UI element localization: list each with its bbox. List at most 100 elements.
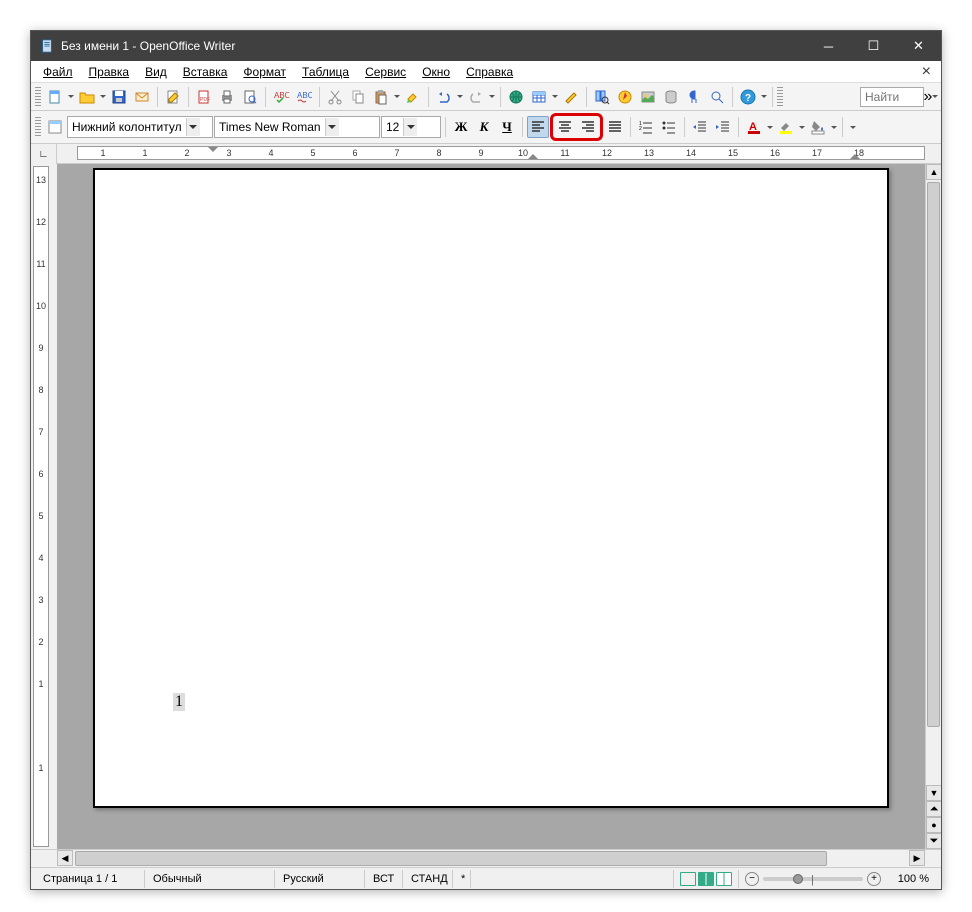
nonprinting-button[interactable] (683, 86, 705, 108)
zoom-button[interactable] (706, 86, 728, 108)
save-button[interactable] (108, 86, 130, 108)
font-size-combo[interactable]: 12 (381, 116, 441, 138)
undo-dropdown[interactable] (456, 86, 464, 108)
toolbar-options[interactable] (760, 86, 768, 108)
menu-table[interactable]: Таблица (294, 63, 357, 81)
menu-edit[interactable]: Правка (81, 63, 138, 81)
find-input[interactable] (860, 87, 924, 107)
highlight-color-button[interactable] (775, 116, 797, 138)
drawing-button[interactable] (560, 86, 582, 108)
menu-insert[interactable]: Вставка (175, 63, 236, 81)
nav-button[interactable]: ● (926, 817, 941, 833)
menu-window[interactable]: Окно (414, 63, 458, 81)
page-number-field[interactable]: 1 (173, 693, 185, 711)
book-view-icon[interactable] (716, 872, 732, 886)
single-page-icon[interactable] (680, 872, 696, 886)
bold-button[interactable]: Ж (450, 116, 472, 138)
multi-page-icon[interactable] (698, 872, 714, 886)
vertical-ruler[interactable]: 131211109876543211 (33, 166, 49, 847)
background-color-button[interactable] (807, 116, 829, 138)
preview-button[interactable] (239, 86, 261, 108)
email-button[interactable] (131, 86, 153, 108)
find-toolbar-options[interactable]: » (925, 86, 937, 108)
table-dropdown[interactable] (551, 86, 559, 108)
minimize-button[interactable]: ─ (806, 31, 851, 61)
toolbar-grip[interactable] (35, 87, 41, 107)
paragraph-style-combo[interactable]: Нижний колонтитул (67, 116, 213, 138)
align-justify-button[interactable] (604, 116, 626, 138)
hyperlink-button[interactable] (505, 86, 527, 108)
numbered-list-button[interactable]: 12 (635, 116, 657, 138)
export-pdf-button[interactable]: PDF (193, 86, 215, 108)
menu-file[interactable]: Файл (35, 63, 81, 81)
horizontal-ruler[interactable]: 1123456789101112131415161718 (77, 146, 925, 160)
scroll-right-button[interactable]: ▶ (909, 850, 925, 866)
paste-button[interactable] (370, 86, 392, 108)
scroll-down-button[interactable]: ▼ (926, 785, 941, 801)
autospell-button[interactable]: ABC (293, 86, 315, 108)
status-selection[interactable]: СТАНД (403, 870, 453, 888)
underline-button[interactable]: Ч (496, 116, 518, 138)
font-color-dropdown[interactable] (766, 116, 774, 138)
find-button[interactable] (591, 86, 613, 108)
increase-indent-button[interactable] (712, 116, 734, 138)
edit-doc-button[interactable] (162, 86, 184, 108)
menu-format[interactable]: Формат (235, 63, 294, 81)
bullet-list-button[interactable] (658, 116, 680, 138)
redo-button[interactable] (465, 86, 487, 108)
align-right-button[interactable] (577, 116, 599, 138)
next-page-button[interactable]: ⏷ (926, 833, 941, 849)
format-paintbrush-button[interactable] (402, 86, 424, 108)
font-name-combo[interactable]: Times New Roman (214, 116, 380, 138)
menu-view[interactable]: Вид (137, 63, 175, 81)
styles-window-button[interactable] (44, 116, 66, 138)
zoom-in-button[interactable]: + (867, 872, 881, 886)
align-center-button[interactable] (554, 116, 576, 138)
vertical-scrollbar[interactable]: ▲ ▼ ⏶ ● ⏷ (925, 164, 941, 849)
print-button[interactable] (216, 86, 238, 108)
navigator-button[interactable] (614, 86, 636, 108)
horizontal-scrollbar[interactable]: ◀ ▶ (57, 850, 925, 867)
status-style[interactable]: Обычный (145, 870, 275, 888)
redo-dropdown[interactable] (488, 86, 496, 108)
open-dropdown[interactable] (99, 86, 107, 108)
menu-help[interactable]: Справка (458, 63, 521, 81)
open-button[interactable] (76, 86, 98, 108)
font-color-button[interactable]: A (743, 116, 765, 138)
scroll-track[interactable] (926, 180, 941, 785)
align-left-button[interactable] (527, 116, 549, 138)
close-document-button[interactable]: × (916, 63, 937, 81)
scroll-left-button[interactable]: ◀ (57, 850, 73, 866)
menu-tools[interactable]: Сервис (357, 63, 414, 81)
background-color-dropdown[interactable] (830, 116, 838, 138)
copy-button[interactable] (347, 86, 369, 108)
toolbar-grip-2[interactable] (35, 117, 41, 137)
zoom-percent[interactable]: 100 % (887, 870, 937, 888)
maximize-button[interactable]: ☐ (851, 31, 896, 61)
cut-button[interactable] (324, 86, 346, 108)
new-button[interactable] (44, 86, 66, 108)
italic-button[interactable]: К (473, 116, 495, 138)
paste-dropdown[interactable] (393, 86, 401, 108)
status-page[interactable]: Страница 1 / 1 (35, 870, 145, 888)
spellcheck-button[interactable]: ABC (270, 86, 292, 108)
zoom-out-button[interactable]: − (745, 872, 759, 886)
zoom-knob[interactable] (793, 874, 803, 884)
status-insert[interactable]: ВСТ (365, 870, 403, 888)
help-button[interactable]: ? (737, 86, 759, 108)
prev-page-button[interactable]: ⏶ (926, 801, 941, 817)
table-button[interactable] (528, 86, 550, 108)
find-grip[interactable] (777, 87, 783, 107)
zoom-track[interactable]: | (763, 877, 863, 881)
hscroll-track[interactable] (73, 850, 909, 867)
scroll-thumb[interactable] (927, 182, 940, 727)
datasources-button[interactable] (660, 86, 682, 108)
formatting-toolbar-options[interactable] (847, 116, 859, 138)
document-page[interactable]: 1 (93, 168, 889, 808)
decrease-indent-button[interactable] (689, 116, 711, 138)
undo-button[interactable] (433, 86, 455, 108)
close-button[interactable]: ✕ (896, 31, 941, 61)
new-dropdown[interactable] (67, 86, 75, 108)
gallery-button[interactable] (637, 86, 659, 108)
highlight-color-dropdown[interactable] (798, 116, 806, 138)
